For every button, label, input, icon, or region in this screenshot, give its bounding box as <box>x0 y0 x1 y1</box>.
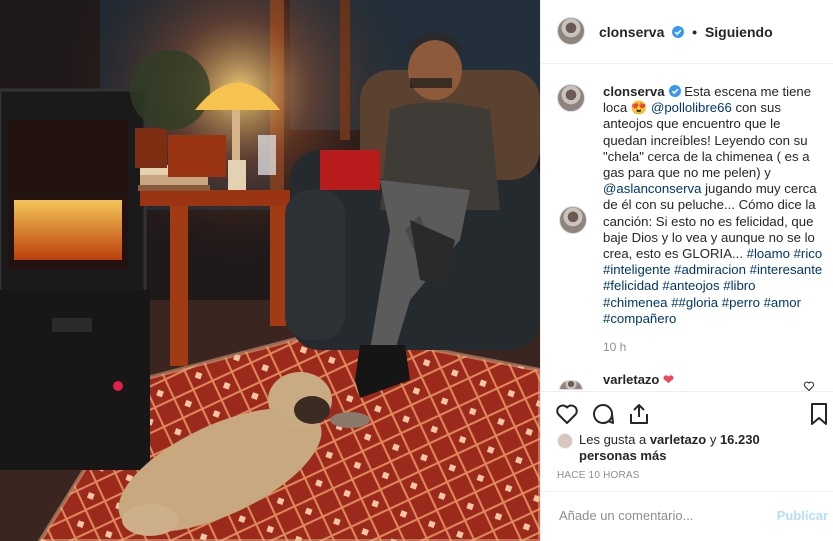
header-username[interactable]: clonserva <box>599 24 664 40</box>
caption-hashtag-link[interactable]: #chimenea <box>603 295 668 310</box>
caption-hashtag-link[interactable]: #interesante <box>750 262 823 277</box>
comment-avatar[interactable] <box>559 206 587 234</box>
caption-hashtag-link[interactable]: #loamo <box>747 246 790 261</box>
likes-prefix: Les gusta a <box>579 432 650 447</box>
bookmark-icon[interactable] <box>807 402 831 426</box>
caption-hashtag-link[interactable]: #inteligente <box>603 262 670 277</box>
caption-hashtag-link[interactable]: #compañero <box>603 311 676 326</box>
caption-hashtag-link[interactable]: #amor <box>764 295 801 310</box>
publish-button[interactable]: Publicar <box>777 508 828 523</box>
add-comment-bar: Publicar <box>541 491 833 541</box>
likes-text: Les gusta a varletazo y 16.230 personas … <box>579 432 769 464</box>
likes-user[interactable]: varletazo <box>650 432 706 447</box>
caption-hashtag-link[interactable]: #perro <box>722 295 760 310</box>
caption-mention-link[interactable]: @pollolibre66 <box>651 100 732 115</box>
post-photo[interactable] <box>0 0 540 541</box>
caption-avatar[interactable] <box>557 84 585 112</box>
post-photo-illustration <box>0 0 540 541</box>
post-side-panel: clonserva • Siguiendo clonserva Esta esc… <box>540 0 833 541</box>
likes-mid: y <box>706 432 720 447</box>
heart-emoji-icon: ❤ <box>663 372 674 387</box>
comment-avatar[interactable] <box>559 380 583 390</box>
liker-avatar[interactable] <box>557 433 573 449</box>
share-icon[interactable] <box>627 402 651 426</box>
comment-user-link[interactable]: varletazo <box>603 372 659 387</box>
caption-hashtag-link[interactable]: ##gloria <box>671 295 718 310</box>
post-header: clonserva • Siguiendo <box>541 0 833 64</box>
avatar[interactable] <box>557 17 585 45</box>
heart-icon[interactable] <box>555 402 579 426</box>
action-bar <box>541 391 833 431</box>
caption-text: clonserva Esta escena me tiene loca 😍 @p… <box>603 84 823 327</box>
caption-time: 10 h <box>603 340 627 354</box>
caption-hashtag-link[interactable]: #libro <box>723 278 755 293</box>
caption-body: Esta escena me tiene loca 😍 @pollolibre6… <box>603 84 822 326</box>
caption-mention-link[interactable]: @aslanconserva <box>603 181 701 196</box>
separator-dot: • <box>692 24 698 40</box>
follow-status-button[interactable]: Siguiendo <box>705 24 773 40</box>
verified-badge-icon <box>672 26 685 38</box>
caption-username[interactable]: clonserva <box>603 84 665 99</box>
comment-icon[interactable] <box>591 402 615 426</box>
caption-hashtag-link[interactable]: #rico <box>794 246 823 261</box>
caption-hashtag-link[interactable]: #anteojos <box>662 278 719 293</box>
comment-input[interactable] <box>557 507 761 524</box>
header-user-block: clonserva • Siguiendo <box>599 24 773 40</box>
caption-hashtag-link[interactable]: #felicidad <box>603 278 659 293</box>
caption-hashtag-link[interactable]: #admiracion <box>674 262 746 277</box>
comment-username: varletazo ❤ <box>603 372 674 388</box>
verified-badge-icon <box>668 85 681 97</box>
post-timestamp[interactable]: HACE 10 HORAS <box>557 470 640 481</box>
